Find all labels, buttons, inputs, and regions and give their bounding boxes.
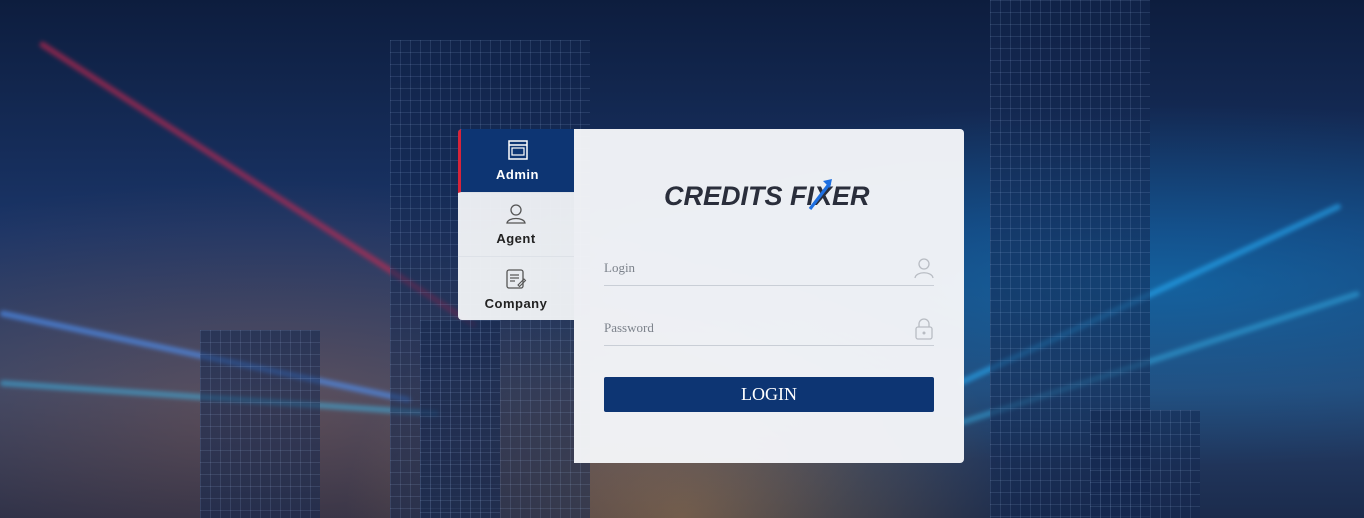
tab-agent[interactable]: Agent [458,193,574,257]
lock-icon [915,318,933,340]
document-icon [506,268,527,289]
password-input[interactable] [604,315,894,341]
admin-window-icon [507,140,528,160]
brand-name: CREDITS FIXER [664,181,870,211]
tab-company-label: Company [484,295,548,311]
tab-agent-label: Agent [496,231,536,246]
password-field [604,315,934,346]
tab-company[interactable]: Company [458,257,574,320]
tab-admin-label: Admin [496,167,539,182]
user-icon [506,204,526,224]
login-button[interactable]: LOGIN [604,377,934,412]
login-panel: CREDITS FIXER LOGIN [574,129,964,463]
user-icon [914,258,934,279]
role-tabs: Admin Agent Company [458,129,574,320]
login-input[interactable] [604,255,894,281]
login-field [604,255,934,286]
tab-admin[interactable]: Admin [458,129,574,193]
credits-fixer-logo: CREDITS FIXER [664,179,870,211]
